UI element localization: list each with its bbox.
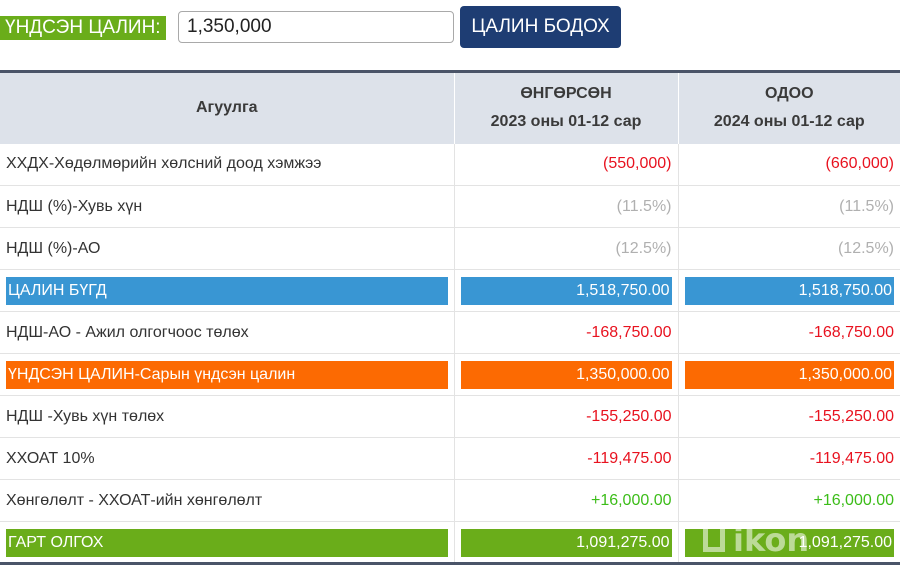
row-past-cell: 1,091,275.00 [454,521,679,564]
header-current-title: ОДОО [764,85,814,103]
table-row: НДШ -Хувь хүн төлөх -155,250.00 -155,250… [0,395,900,438]
row-current-value: (11.5%) [678,185,900,228]
row-current-value: 1,091,275.00 [684,528,894,557]
row-label: Хөнгөлөлт - ХХОАТ-ийн хөнгөлөлт [0,479,455,522]
row-label-cell: ЦАЛИН БҮГД [0,269,455,312]
row-label: НДШ (%)-Хувь хүн [0,185,455,228]
row-current-cell: 1,518,750.00 [678,269,900,312]
row-label: НДШ -Хувь хүн төлөх [0,395,455,438]
table-row: НДШ-АО - Ажил олгогчоос төлөх -168,750.0… [0,311,900,354]
row-label: ХХОАТ 10% [0,437,455,480]
row-past-value: 1,350,000.00 [460,360,672,389]
row-current-cell: 1,091,275.00 [678,521,900,564]
salary-table: Агуулга ӨНГӨРСӨН 2023 оны 01-12 сар ОДОО… [0,70,900,564]
base-salary-label: ҮНДСЭН ЦАЛИН: [0,16,166,40]
row-current-value: 1,518,750.00 [684,276,894,305]
row-past-value: 1,518,750.00 [460,276,672,305]
header-past-period: 2023 оны 01-12 сар [490,113,642,131]
row-label: НДШ (%)-АО [0,227,455,270]
table-row-total-salary: ЦАЛИН БҮГД 1,518,750.00 1,518,750.00 [0,269,900,312]
row-past-value: +16,000.00 [454,479,679,522]
row-label: ЦАЛИН БҮГД [6,276,448,305]
table-row: НДШ (%)-Хувь хүн (11.5%) (11.5%) [0,185,900,228]
header-past: ӨНГӨРСӨН 2023 оны 01-12 сар [454,70,679,144]
row-past-value: -119,475.00 [454,437,679,480]
row-current-cell: 1,350,000.00 [678,353,900,396]
header-past-title: ӨНГӨРСӨН [520,85,612,103]
header-current-period: 2024 оны 01-12 сар [713,113,865,131]
row-current-value: -155,250.00 [678,395,900,438]
row-past-value: (550,000) [454,143,679,186]
header-content-label: Агуулга [195,99,258,117]
row-label-cell: ҮНДСЭН ЦАЛИН-Сарын үндсэн цалин [0,353,455,396]
row-past-value: 1,091,275.00 [460,528,672,557]
row-current-value: 1,350,000.00 [684,360,894,389]
row-label: ХХДХ-Хөдөлмөрийн хөлсний доод хэмжээ [0,143,455,186]
row-past-cell: 1,350,000.00 [454,353,679,396]
row-label-cell: ГАРТ ОЛГОХ [0,521,455,564]
salary-form: ҮНДСЭН ЦАЛИН: ЦАЛИН БОДОХ [0,0,900,56]
salary-input[interactable] [178,11,454,43]
row-label: ГАРТ ОЛГОХ [6,528,448,557]
header-content: Агуулга [0,70,455,144]
row-current-value: -119,475.00 [678,437,900,480]
table-row-base-salary: ҮНДСЭН ЦАЛИН-Сарын үндсэн цалин 1,350,00… [0,353,900,396]
row-past-value: -155,250.00 [454,395,679,438]
table-bottom-rule [0,562,900,565]
row-current-value: (12.5%) [678,227,900,270]
row-label: НДШ-АО - Ажил олгогчоос төлөх [0,311,455,354]
row-current-value: -168,750.00 [678,311,900,354]
row-current-value: +16,000.00 [678,479,900,522]
table-row: НДШ (%)-АО (12.5%) (12.5%) [0,227,900,270]
table-row-net-pay: ГАРТ ОЛГОХ 1,091,275.00 1,091,275.00 [0,521,900,564]
table-row: Хөнгөлөлт - ХХОАТ-ийн хөнгөлөлт +16,000.… [0,479,900,522]
row-past-value: -168,750.00 [454,311,679,354]
table-header-row: Агуулга ӨНГӨРСӨН 2023 оны 01-12 сар ОДОО… [0,70,900,144]
row-past-cell: 1,518,750.00 [454,269,679,312]
table-row: ХХДХ-Хөдөлмөрийн хөлсний доод хэмжээ (55… [0,143,900,186]
table-row: ХХОАТ 10% -119,475.00 -119,475.00 [0,437,900,480]
row-label: ҮНДСЭН ЦАЛИН-Сарын үндсэн цалин [6,360,448,389]
row-current-value: (660,000) [678,143,900,186]
row-past-value: (11.5%) [454,185,679,228]
row-past-value: (12.5%) [454,227,679,270]
header-current: ОДОО 2024 оны 01-12 сар [678,70,900,144]
calculate-salary-button[interactable]: ЦАЛИН БОДОХ [460,6,621,48]
